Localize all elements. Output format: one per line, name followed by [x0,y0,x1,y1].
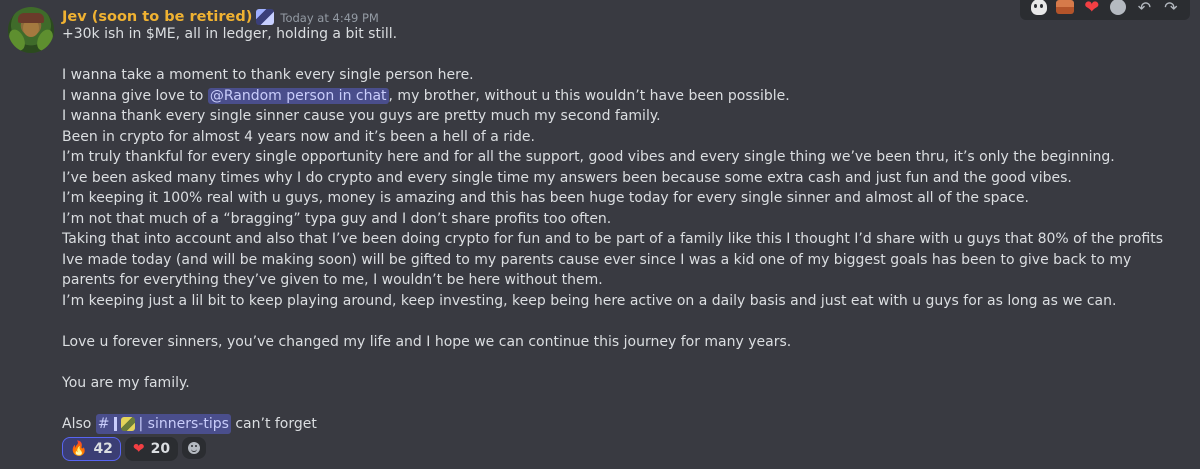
fire-icon: 🔥 [70,441,88,457]
smiley-icon [188,442,201,454]
skull-icon [1031,0,1048,15]
more-icon: ↷ [1164,0,1178,17]
message-line: You are my family. [62,374,190,391]
brick-reaction-button[interactable] [1054,0,1076,17]
message-line: +30k ish in $ME, all in ledger, holding … [62,26,398,42]
message-line: Love u forever sinners, you’ve changed m… [62,333,792,350]
channel-mention[interactable]: # | sinners-tips [95,413,231,434]
message-content: +30k ish in $ME, all in ledger, holding … [62,24,1187,434]
brick-icon [1056,0,1075,14]
message-line: I wanna take a moment to thank every sin… [62,67,474,83]
avatar-hat [18,13,44,23]
channel-divider-icon [113,416,117,431]
user-mention[interactable]: @Random person in chat [207,87,389,104]
role-icon[interactable] [256,9,275,25]
username[interactable]: Jev (soon to be retired) [62,9,252,25]
message-line: Also # | sinners-tips can’t forget [62,413,1187,434]
message-line: Taking that into account and also that I… [62,231,1164,288]
message-line: I’m not that much of a “bragging” typa g… [62,210,612,227]
message-hover-toolbar: ❤ ↶ ↷ [1020,0,1190,20]
reaction-count: 42 [93,441,113,457]
text-segment: I wanna give love to [62,87,208,104]
heart-icon: ❤ [132,441,145,457]
message-line: Been in crypto for almost 4 years now an… [62,128,535,145]
add-reaction-icon [1110,0,1127,15]
text-segment: , my brother, without u this wouldn’t ha… [388,87,790,104]
channel-name: | sinners-tips [138,415,229,432]
skull-reaction-button[interactable] [1028,0,1050,17]
channel-emoji-icon [120,416,135,431]
more-button[interactable]: ↷ [1160,0,1182,17]
user-avatar[interactable] [8,7,54,53]
heart-icon: ❤ [1084,0,1100,18]
channel-hash-icon: # [97,415,110,432]
message-line: I’m keeping it 100% real with u guys, mo… [62,190,1029,206]
message-line: I wanna give love to @Random person in c… [62,86,1187,107]
text-segment: can’t forget [230,415,317,432]
reaction-fire[interactable]: 🔥 42 [62,437,121,461]
text-segment: Also [62,415,96,432]
message-timestamp[interactable]: Today at 4:49 PM [280,11,378,25]
reply-button[interactable]: ↶ [1133,0,1155,17]
message-line: I’m truly thankful for every single oppo… [62,149,1115,165]
reactions-bar: 🔥 42 ❤ 20 [62,437,207,461]
heart-reaction-button[interactable]: ❤ [1081,0,1103,18]
add-reaction-toolbar-button[interactable] [1107,0,1129,17]
add-reaction-button[interactable] [182,437,207,459]
reaction-heart[interactable]: ❤ 20 [124,437,179,461]
message-line: I’m keeping just a lil bit to keep playi… [62,292,1117,309]
message-line: I wanna thank every single sinner cause … [62,108,661,124]
message-line: I’ve been asked many times why I do cryp… [62,169,1072,186]
reply-icon: ↶ [1137,0,1152,17]
reaction-count: 20 [150,441,171,457]
